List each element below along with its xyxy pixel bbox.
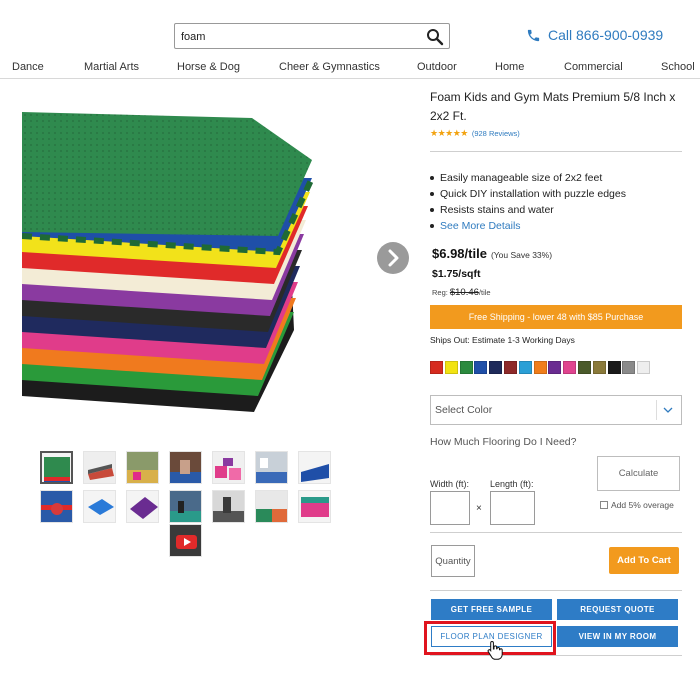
product-page: Call 866-900-0939 Dance Martial Arts Hor… xyxy=(0,0,700,700)
select-color-label: Select Color xyxy=(435,404,493,416)
price: $6.98/tile xyxy=(432,246,487,261)
nav-dance[interactable]: Dance xyxy=(12,61,44,73)
length-input[interactable] xyxy=(490,491,535,525)
overage-checkbox[interactable] xyxy=(600,501,608,509)
thumbnail-1[interactable] xyxy=(40,451,73,484)
chevron-right-icon xyxy=(388,249,399,267)
feature-item: Quick DIY installation with puzzle edges xyxy=(428,186,626,202)
phone-number: Call 866-900-0939 xyxy=(548,27,664,43)
thumbnail-13[interactable] xyxy=(255,490,288,523)
price-row: $6.98/tile (You Save 33%) xyxy=(432,246,552,261)
category-nav: Dance Martial Arts Horse & Dog Cheer & G… xyxy=(0,59,700,79)
thumbnail-9[interactable] xyxy=(83,490,116,523)
thumbnail-6[interactable] xyxy=(255,451,288,484)
free-shipping-banner: Free Shipping - lower 48 with $85 Purcha… xyxy=(430,305,682,329)
divider xyxy=(430,590,682,591)
length-label: Length (ft): xyxy=(490,479,534,489)
width-input[interactable] xyxy=(430,491,470,525)
select-color-dropdown[interactable]: Select Color xyxy=(430,395,682,425)
thumbnail-2[interactable] xyxy=(83,451,116,484)
product-main-image xyxy=(22,112,315,412)
thumbnail-10[interactable] xyxy=(126,490,159,523)
nav-school[interactable]: School xyxy=(661,61,695,73)
width-label: Width (ft): xyxy=(430,479,470,489)
color-swatch-8[interactable] xyxy=(533,361,547,374)
thumbnail-5[interactable] xyxy=(212,451,245,484)
next-image-button[interactable] xyxy=(377,242,409,274)
nav-cheer-gymnastics[interactable]: Cheer & Gymnastics xyxy=(279,61,380,73)
nav-martial-arts[interactable]: Martial Arts xyxy=(84,61,139,73)
color-swatch-7[interactable] xyxy=(518,361,532,374)
add-to-cart-button[interactable]: Add To Cart xyxy=(609,547,679,574)
rating: ★★★★★ (928 Reviews) xyxy=(430,127,520,139)
feature-list: Easily manageable size of 2x2 feet Quick… xyxy=(428,170,626,234)
dropdown-divider xyxy=(656,400,657,420)
thumbnail-video[interactable] xyxy=(169,524,202,557)
thumbnail-12[interactable] xyxy=(212,490,245,523)
multiply-sign: × xyxy=(476,503,482,514)
call-link[interactable]: Call 866-900-0939 xyxy=(526,25,663,45)
color-swatch-2[interactable] xyxy=(444,361,458,374)
you-save: (You Save 33%) xyxy=(490,250,553,260)
view-in-my-room-button[interactable]: VIEW IN MY ROOM xyxy=(557,626,678,647)
color-swatch-13[interactable] xyxy=(607,361,621,374)
product-title: Foam Kids and Gym Mats Premium 5/8 Inch … xyxy=(430,90,676,123)
search-icon[interactable] xyxy=(425,27,445,47)
request-quote-button[interactable]: REQUEST QUOTE xyxy=(557,599,678,620)
color-swatch-12[interactable] xyxy=(592,361,606,374)
thumbnail-3[interactable] xyxy=(126,451,159,484)
phone-icon xyxy=(527,29,540,41)
search-bar xyxy=(174,23,450,49)
thumbnail-8[interactable] xyxy=(40,490,73,523)
feature-item: Easily manageable size of 2x2 feet xyxy=(428,170,626,186)
ships-out-text: Ships Out: Estimate 1-3 Working Days xyxy=(430,335,575,345)
color-swatch-6[interactable] xyxy=(503,361,517,374)
reviews-link[interactable]: (928 Reviews) xyxy=(472,129,520,138)
nav-outdoor[interactable]: Outdoor xyxy=(417,61,457,73)
overage-option[interactable]: Add 5% overage xyxy=(600,500,674,510)
star-rating-icon: ★★★★★ xyxy=(430,127,468,138)
color-swatch-14[interactable] xyxy=(622,361,636,374)
get-free-sample-button[interactable]: GET FREE SAMPLE xyxy=(431,599,552,620)
flooring-question: How Much Flooring Do I Need? xyxy=(430,436,577,448)
color-swatch-15[interactable] xyxy=(637,361,651,374)
hand-cursor-icon xyxy=(487,640,503,660)
thumbnail-14[interactable] xyxy=(298,490,331,523)
price-per-sqft: $1.75/sqft xyxy=(432,268,481,280)
nav-home[interactable]: Home xyxy=(495,61,524,73)
color-swatches xyxy=(430,361,652,374)
divider xyxy=(430,532,682,533)
color-swatch-5[interactable] xyxy=(489,361,503,374)
feature-item: Resists stains and water xyxy=(428,202,626,218)
nav-commercial[interactable]: Commercial xyxy=(564,61,623,73)
nav-horse-dog[interactable]: Horse & Dog xyxy=(177,61,240,73)
divider xyxy=(430,151,682,152)
color-swatch-3[interactable] xyxy=(459,361,473,374)
calculate-button[interactable]: Calculate xyxy=(597,456,680,491)
thumbnail-11[interactable] xyxy=(169,490,202,523)
reg-unit: /tile xyxy=(478,288,491,297)
see-more-link[interactable]: See More Details xyxy=(440,220,521,232)
quantity-input[interactable]: Quantity xyxy=(431,545,475,577)
overage-label: Add 5% overage xyxy=(611,500,674,510)
thumbnail-4[interactable] xyxy=(169,451,202,484)
color-swatch-10[interactable] xyxy=(563,361,577,374)
color-swatch-11[interactable] xyxy=(577,361,591,374)
chevron-down-icon xyxy=(663,407,673,413)
thumbnail-7[interactable] xyxy=(298,451,331,484)
regular-price: Reg: $10.46/tile xyxy=(432,287,491,298)
search-input[interactable] xyxy=(181,28,421,46)
color-swatch-1[interactable] xyxy=(430,361,443,374)
reg-label: Reg: xyxy=(432,288,448,297)
divider xyxy=(430,655,682,656)
feature-item: See More Details xyxy=(428,218,626,234)
color-swatch-4[interactable] xyxy=(474,361,488,374)
color-swatch-9[interactable] xyxy=(548,361,562,374)
reg-price: $10.46 xyxy=(449,287,479,298)
